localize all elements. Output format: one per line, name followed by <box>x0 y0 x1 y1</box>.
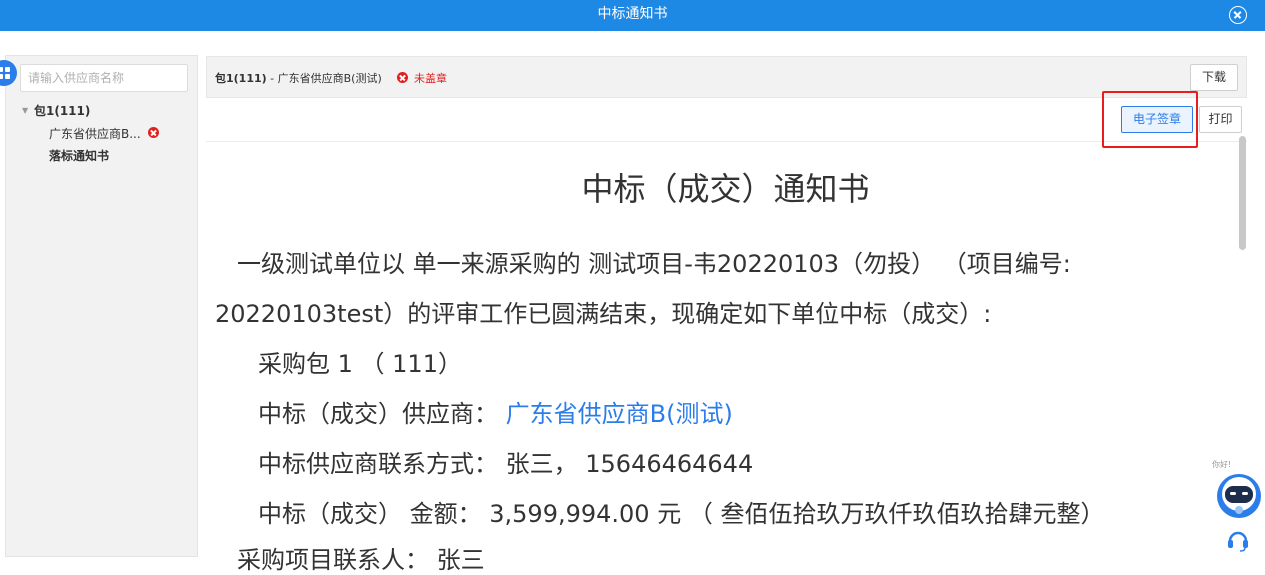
document-line: 采购项目联系人： 张三 <box>237 546 485 574</box>
document-line: 中标（成交）供应商： 广东省供应商B(测试) <box>258 400 733 428</box>
document-line: 采购包 1 （ 111） <box>258 350 462 378</box>
document-line: 中标供应商联系方式： 张三， 15646464644 <box>258 450 754 478</box>
robot-assistant-icon[interactable] <box>1216 473 1262 519</box>
close-icon[interactable] <box>1229 6 1247 24</box>
status-error-icon <box>397 72 408 83</box>
header-package-info: 包1(111) - 广东省供应商B(测试) <box>215 72 382 85</box>
customer-service-icon[interactable] <box>1225 527 1251 553</box>
highlight-box <box>1102 91 1198 148</box>
tree-item-loss-notice[interactable]: 落标通知书 <box>49 147 109 164</box>
supplier-search-input[interactable] <box>20 64 188 92</box>
tree-item-supplier[interactable]: 广东省供应商B... <box>49 125 141 142</box>
print-button[interactable]: 打印 <box>1199 106 1242 133</box>
window-title: 中标通知书 <box>597 6 668 22</box>
download-button[interactable]: 下载 <box>1190 64 1238 91</box>
unsealed-error-icon <box>148 127 159 138</box>
document-line: 中标（成交） 金额： 3,599,994.00 元 （ 叁佰伍拾玖万玖仟玖佰玖拾… <box>258 500 1105 528</box>
assistant-greeting: 你好! <box>1212 460 1232 469</box>
document-line: 20220103test）的评审工作已圆满结束，现确定如下单位中标（成交）: <box>215 300 992 328</box>
seal-status-badge: 未盖章 <box>414 72 447 85</box>
document-title: 中标（成交）通知书 <box>581 170 870 208</box>
toolbar-divider <box>206 141 1247 142</box>
tree-expand-icon[interactable]: ▼ <box>22 106 28 115</box>
document-line: 一级测试单位以 单一来源采购的 测试项目-韦20220103（勿投） （项目编号… <box>237 250 1071 278</box>
winning-supplier-link[interactable]: 广东省供应商B(测试) <box>506 400 733 428</box>
document-scrollbar[interactable] <box>1239 136 1246 250</box>
title-bar: 中标通知书 <box>0 0 1265 31</box>
tree-item-package[interactable]: 包1(111) <box>34 102 90 119</box>
